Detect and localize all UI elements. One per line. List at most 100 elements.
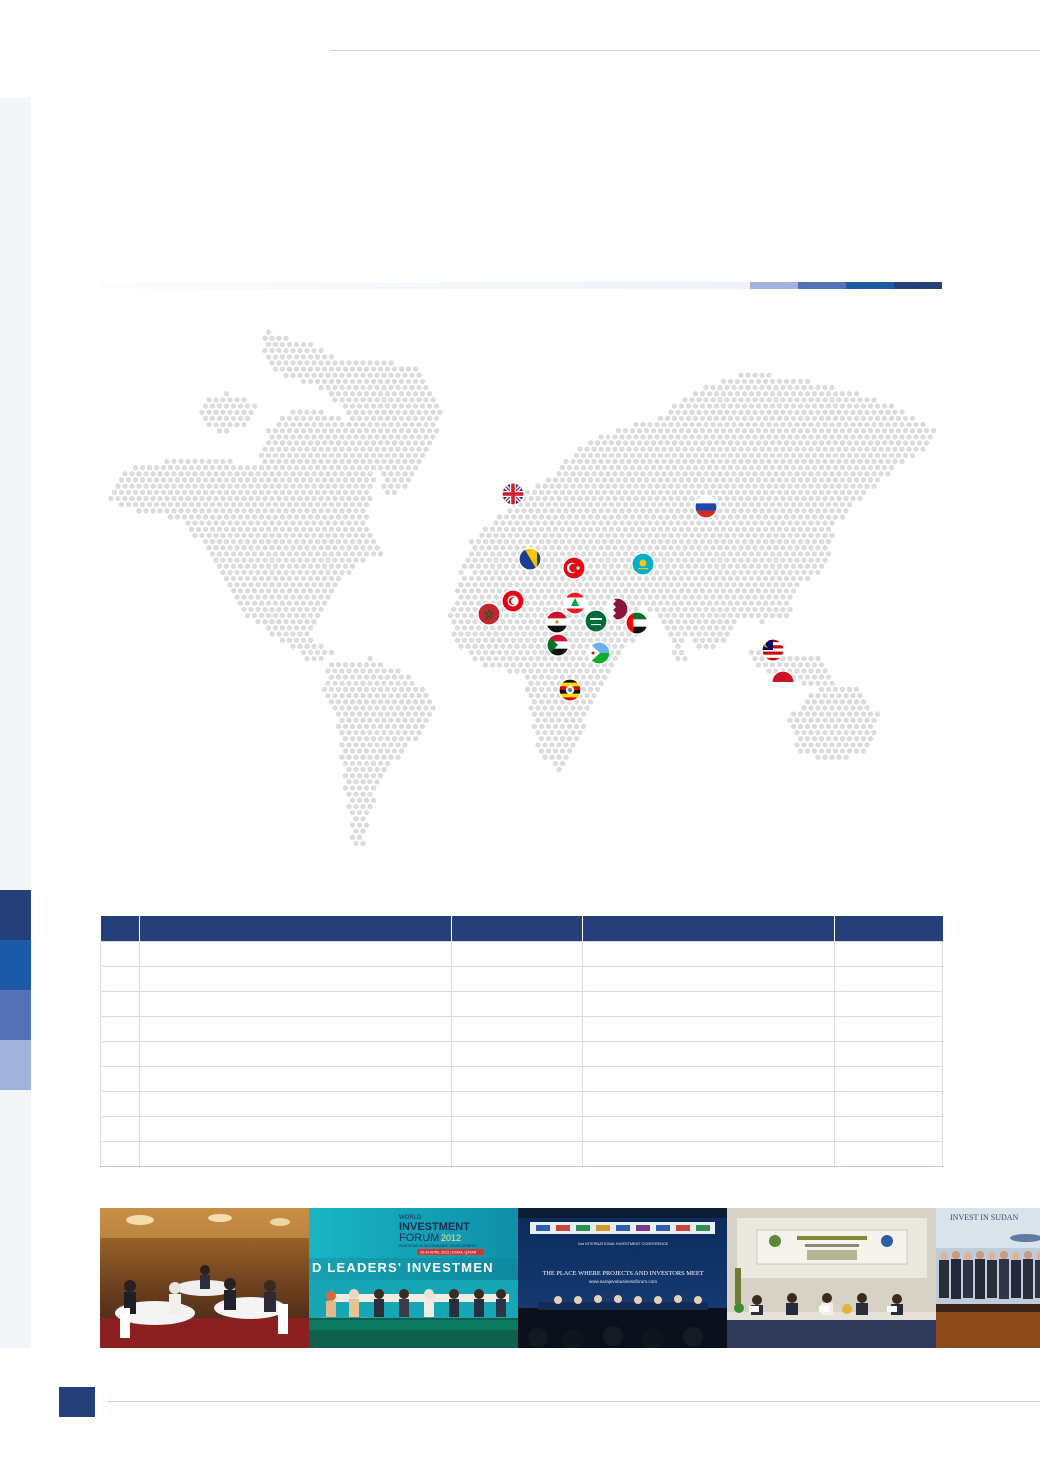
map-dot <box>657 538 664 545</box>
map-dot <box>276 434 282 440</box>
map-dot <box>801 705 807 711</box>
map-dot <box>790 391 797 397</box>
map-dot <box>811 736 818 742</box>
map-dot <box>591 483 597 489</box>
map-dot <box>556 668 562 674</box>
map-dot <box>433 415 440 422</box>
map-dot <box>622 440 629 446</box>
map-dot <box>675 421 681 428</box>
map-dot <box>496 625 503 631</box>
map-dot <box>815 495 821 502</box>
map-dot <box>300 514 307 520</box>
map-dot <box>682 631 688 637</box>
map-dot <box>248 582 254 588</box>
map-dot <box>601 452 608 459</box>
map-dot <box>318 483 324 489</box>
map-dot <box>654 471 660 477</box>
map-dot <box>913 446 919 452</box>
map-dot <box>493 520 499 526</box>
map-dot <box>678 588 685 594</box>
map-dot <box>293 612 300 619</box>
map-dot <box>332 582 338 588</box>
map-dot <box>913 434 919 440</box>
map-dot <box>612 532 618 539</box>
map-dot <box>283 606 289 613</box>
map-dot <box>731 471 737 477</box>
map-dot <box>843 434 849 440</box>
map-dot <box>846 415 853 422</box>
map-dot <box>899 434 905 440</box>
map-dot <box>346 779 352 785</box>
map-dot <box>412 686 419 693</box>
map-dot <box>342 477 349 483</box>
map-dot <box>503 612 510 619</box>
map-dot <box>598 495 604 502</box>
map-dot <box>139 477 146 483</box>
map-dot <box>692 575 699 582</box>
map-dot <box>710 631 716 637</box>
map-dot <box>339 532 345 539</box>
map-dot <box>335 563 342 569</box>
map-dot <box>265 514 272 520</box>
map-dot <box>748 514 755 520</box>
map-dot <box>377 366 384 372</box>
map-dot <box>692 538 699 545</box>
map-dot <box>381 742 387 748</box>
map-dot <box>843 397 849 403</box>
map-dot <box>398 477 405 483</box>
map-dot <box>220 532 226 539</box>
map-dot <box>213 557 219 563</box>
map-dot <box>790 477 797 483</box>
map-dot <box>794 545 800 551</box>
map-dot <box>629 551 636 557</box>
map-dot <box>251 575 258 582</box>
map-dot <box>370 736 377 742</box>
map-dot <box>615 452 622 459</box>
map-dot <box>237 538 244 545</box>
map-dot <box>311 360 317 366</box>
map-dot <box>818 563 825 569</box>
table-cell <box>100 966 140 992</box>
map-dot <box>391 378 398 385</box>
map-dot <box>381 458 387 465</box>
map-dot <box>640 545 646 551</box>
map-dot <box>731 495 737 502</box>
map-dot <box>545 588 552 594</box>
map-dot <box>692 600 699 606</box>
map-dot <box>360 495 366 502</box>
map-dot <box>731 557 737 563</box>
map-dot <box>843 705 849 711</box>
map-dot <box>398 748 405 754</box>
map-dot <box>818 501 825 508</box>
map-dot <box>566 526 573 532</box>
map-dot <box>535 717 541 723</box>
map-dot <box>297 582 303 588</box>
map-dot <box>818 723 825 730</box>
map-dot <box>598 532 604 539</box>
map-dot <box>524 662 531 668</box>
map-dot <box>563 582 569 588</box>
map-dot <box>153 501 160 508</box>
map-dot <box>591 692 597 699</box>
map-dot <box>612 643 618 649</box>
map-dot <box>475 575 482 582</box>
map-dot <box>531 637 538 643</box>
map-dot <box>349 760 356 767</box>
map-dot <box>426 391 433 397</box>
map-dot <box>412 711 419 717</box>
map-dot <box>360 483 366 489</box>
map-dot <box>202 489 209 495</box>
map-dot <box>216 428 223 434</box>
map-dot <box>769 415 776 422</box>
map-dot <box>895 440 902 446</box>
map-dot <box>745 397 751 403</box>
map-dot <box>843 483 849 489</box>
map-dot <box>234 483 240 489</box>
map-dot <box>220 421 226 428</box>
map-dot <box>342 538 349 545</box>
map-dot <box>570 532 576 539</box>
map-dot <box>290 643 296 649</box>
map-dot <box>311 545 317 551</box>
map-dot <box>787 545 793 551</box>
map-dot <box>734 452 741 459</box>
